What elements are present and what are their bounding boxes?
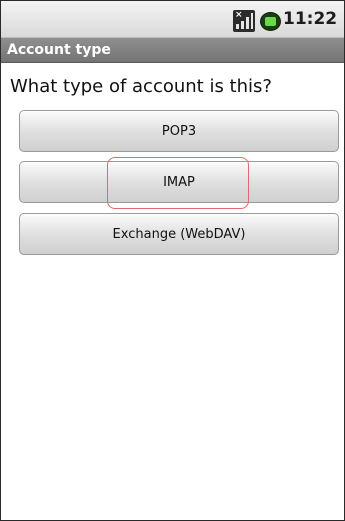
imap-button[interactable]: IMAP xyxy=(19,161,339,203)
pop3-button[interactable]: POP3 xyxy=(19,110,339,152)
phone-screen: × 11:22 Account type What type of accoun… xyxy=(0,0,345,521)
signal-strength-icon: × xyxy=(233,10,255,32)
status-bar: × 11:22 xyxy=(1,1,344,38)
battery-level xyxy=(265,17,276,26)
battery-icon xyxy=(260,12,281,31)
title-bar: Account type xyxy=(1,38,344,63)
status-clock: 11:22 xyxy=(283,9,338,29)
page-title: Account type xyxy=(7,42,111,58)
signal-bar xyxy=(236,24,239,29)
signal-bar xyxy=(251,13,253,29)
account-type-prompt: What type of account is this? xyxy=(10,76,272,97)
signal-bar xyxy=(241,21,244,29)
signal-bar xyxy=(246,17,249,29)
no-signal-x-icon: × xyxy=(235,10,243,20)
exchange-webdav-button[interactable]: Exchange (WebDAV) xyxy=(19,213,339,255)
